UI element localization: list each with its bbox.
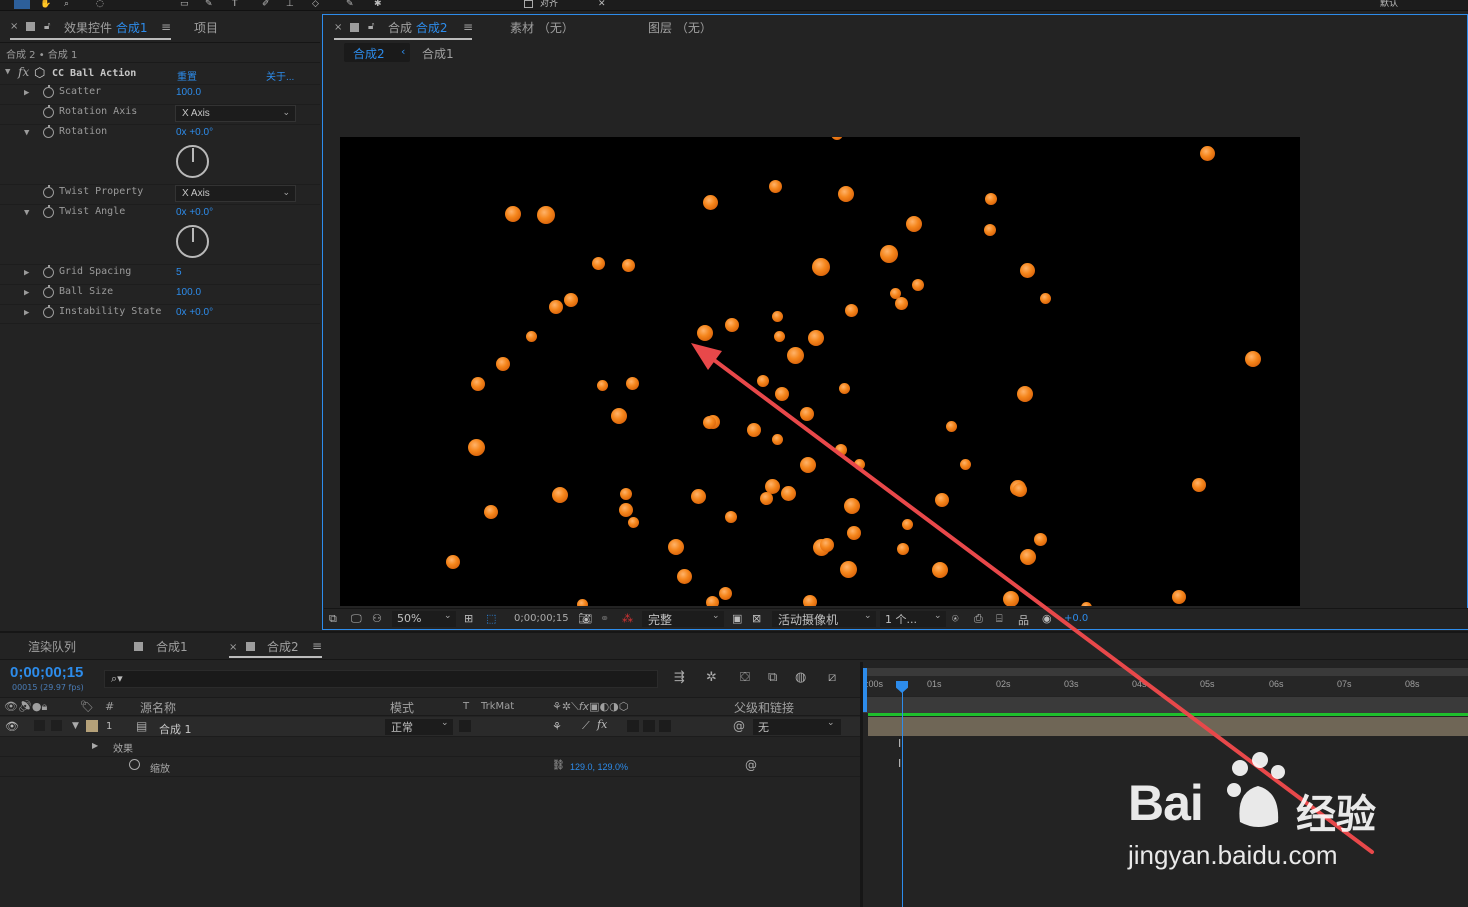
ae-window: { "topbar":{"align_label":"对齐","right_la… xyxy=(0,0,1468,907)
watermark-brand: Bai xyxy=(1128,775,1204,831)
watermark-brand-cn: 经验 xyxy=(1296,792,1376,838)
watermark-url: jingyan.baidu.com xyxy=(1128,840,1338,870)
paw-icon xyxy=(1227,752,1285,827)
baidu-watermark: Bai 经验 jingyan.baidu.com xyxy=(1128,752,1458,882)
